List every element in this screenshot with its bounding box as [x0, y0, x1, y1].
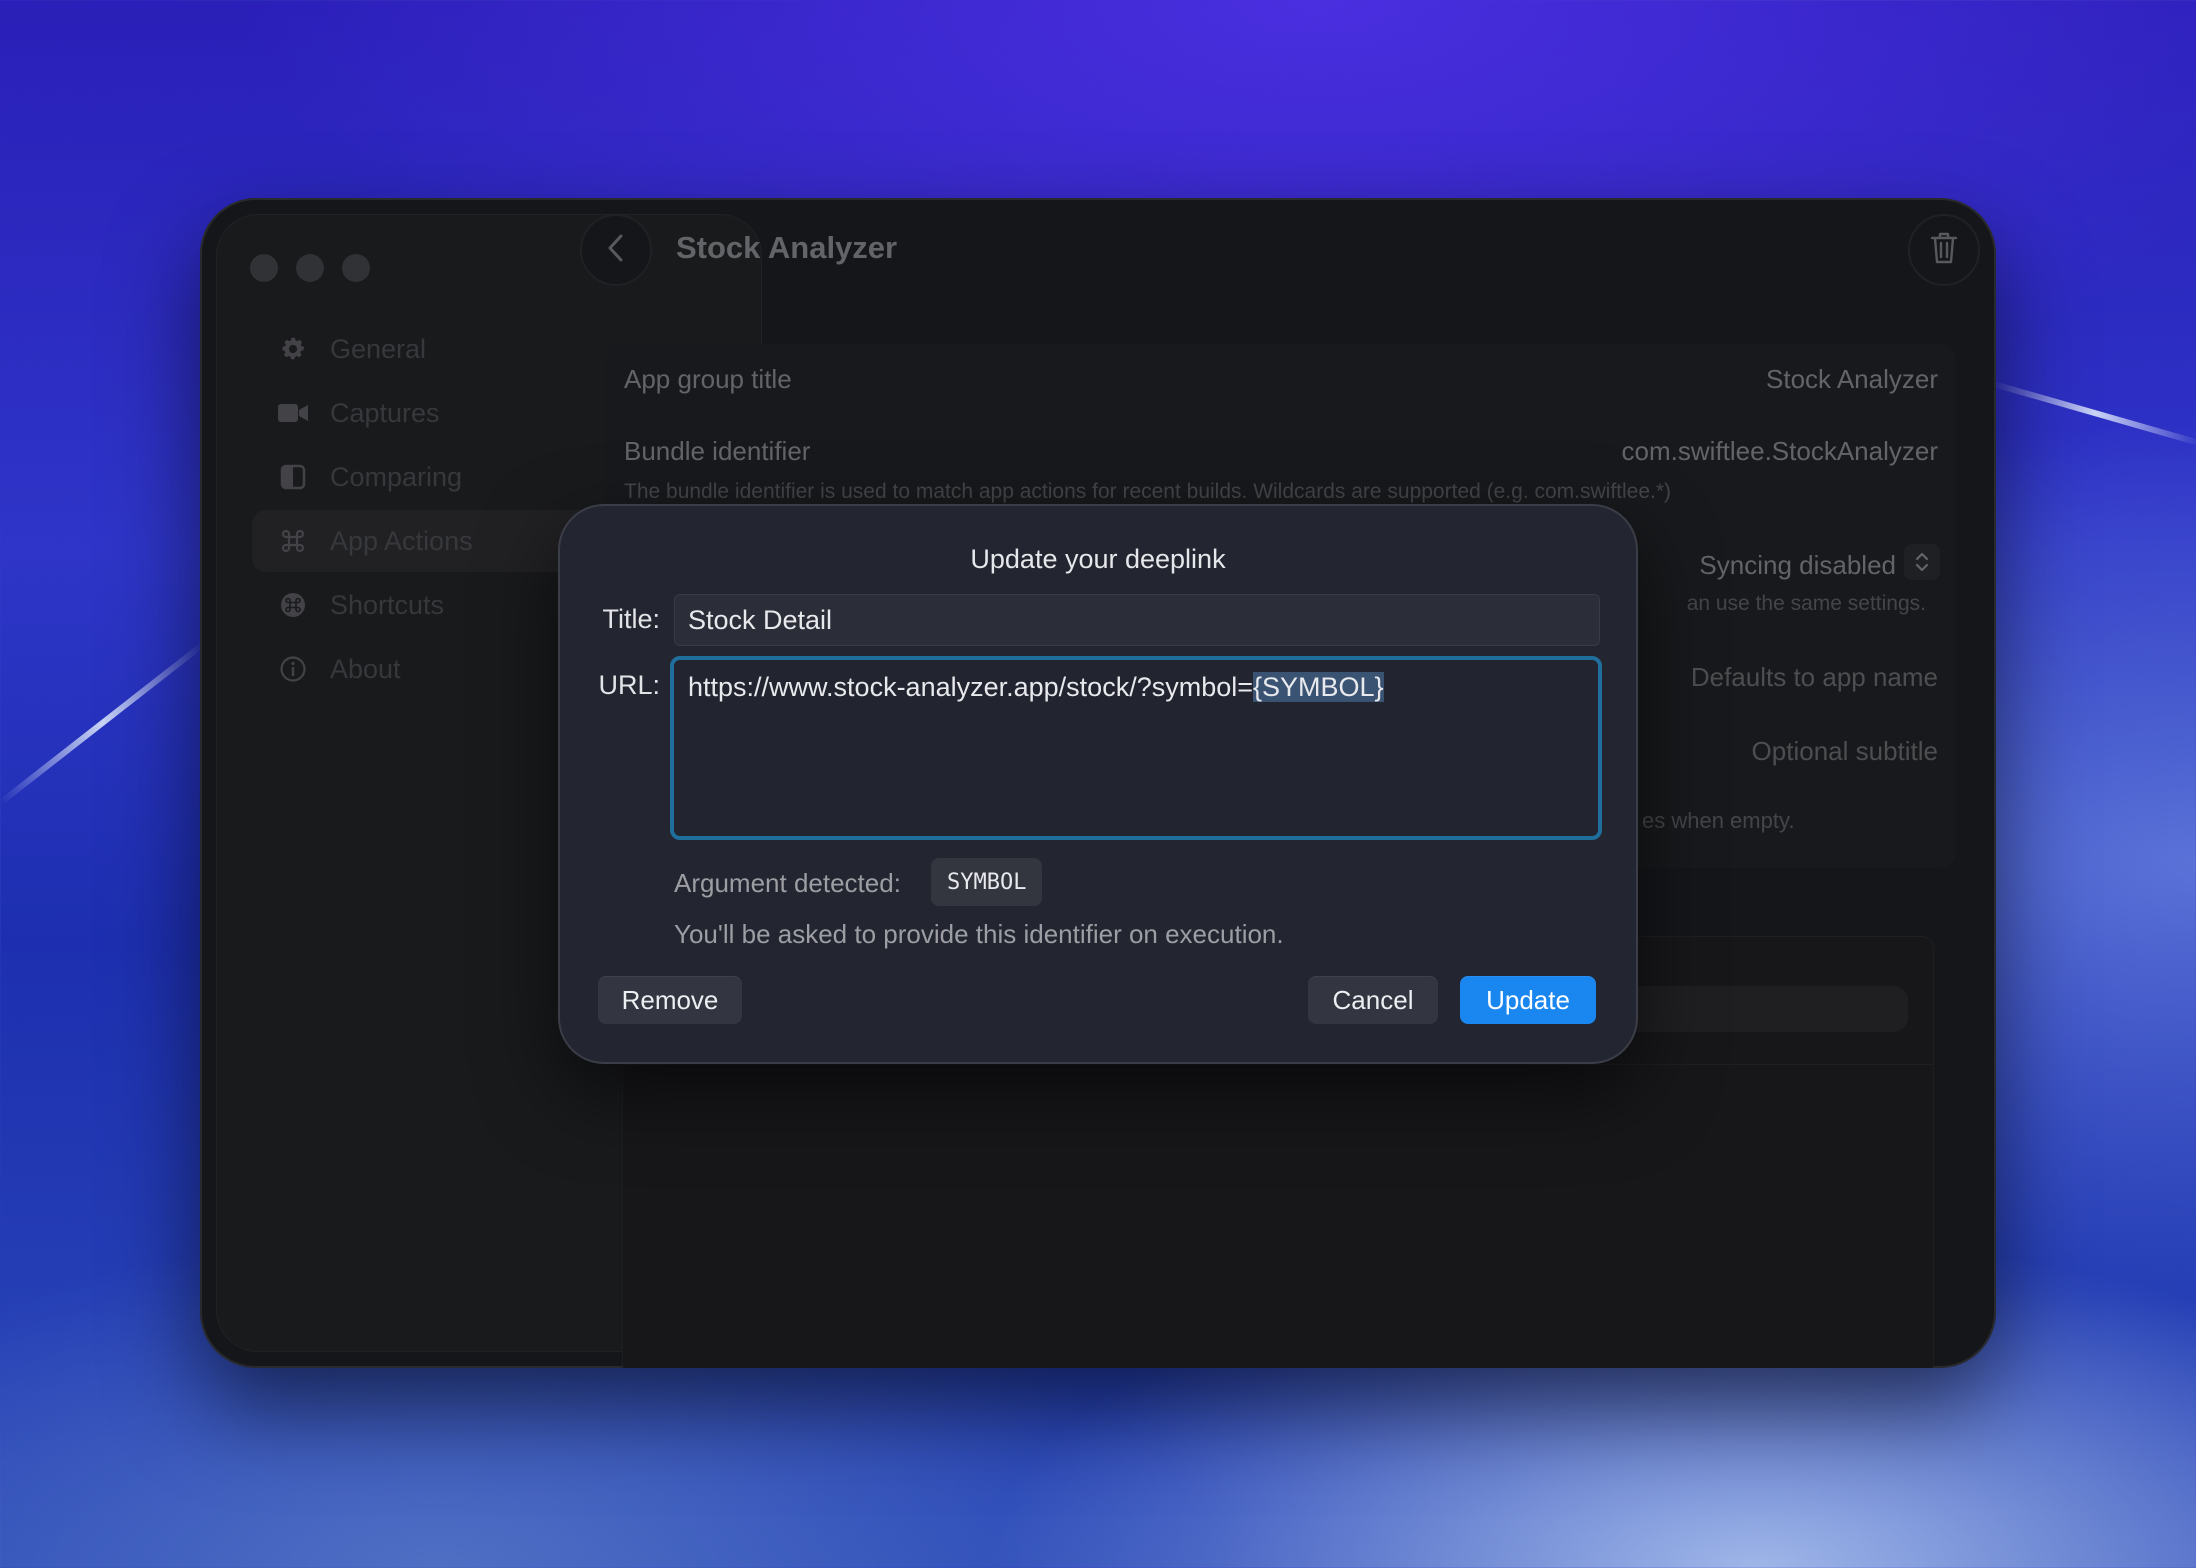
sidebar-item-label: General: [330, 333, 427, 364]
url-textarea[interactable]: https://www.stock-analyzer.app/stock/?sy…: [670, 656, 1602, 840]
sidebar-item-label: App Actions: [330, 525, 473, 556]
chevron-left-icon: [605, 233, 627, 268]
sync-value: Syncing disabled: [1699, 550, 1896, 580]
page-title: Stock Analyzer: [676, 230, 898, 265]
dialog-title: Update your deeplink: [970, 544, 1226, 574]
zoom-window-button[interactable]: [342, 254, 370, 282]
close-window-button[interactable]: [250, 254, 278, 282]
app-group-title-label: App group title: [624, 364, 792, 394]
name-field[interactable]: Defaults to app name: [1691, 662, 1938, 693]
url-selected-argument: {SYMBOL}: [1253, 672, 1384, 702]
empty-help: es when empty.: [1642, 808, 1795, 833]
list-divider: [622, 1064, 1934, 1065]
delete-button[interactable]: [1908, 214, 1980, 286]
shortcuts-icon: [276, 588, 310, 622]
sidebar-item-label: Comparing: [330, 461, 463, 492]
title-label: Title:: [602, 604, 660, 634]
command-icon: [276, 524, 310, 558]
argument-note: You'll be asked to provide this identifi…: [674, 919, 1284, 949]
subtitle-field[interactable]: Optional subtitle: [1752, 736, 1938, 767]
split-view-icon: [276, 460, 310, 494]
url-prefix: https://www.stock-analyzer.app/stock/?sy…: [688, 672, 1253, 702]
argument-badge: SYMBOL: [931, 858, 1043, 906]
chevron-up-down-icon: [1904, 544, 1940, 580]
argument-detected-label: Argument detected:: [674, 868, 901, 898]
sidebar-item-label: Captures: [330, 397, 440, 428]
video-camera-icon: [276, 396, 310, 430]
remove-button[interactable]: Remove: [598, 976, 742, 1024]
sync-popup[interactable]: Syncing disabled: [1699, 550, 1896, 581]
gear-icon: [276, 332, 310, 366]
url-label: URL:: [598, 670, 660, 700]
bundle-identifier-field[interactable]: com.swiftlee.StockAnalyzer: [1622, 436, 1938, 467]
title-input[interactable]: Stock Detail: [674, 594, 1600, 646]
update-button[interactable]: Update: [1460, 976, 1596, 1024]
url-text: https://www.stock-analyzer.app/stock/?sy…: [688, 672, 1384, 703]
update-deeplink-dialog: Update your deeplink Title: Stock Detail…: [560, 506, 1636, 1062]
back-button[interactable]: [580, 214, 652, 286]
sync-help: an use the same settings.: [1686, 592, 1926, 615]
wallpaper-streak: [0, 640, 207, 806]
sidebar-item-label: Shortcuts: [330, 589, 445, 620]
app-group-title-field[interactable]: Stock Analyzer: [1766, 364, 1938, 395]
info-icon: [276, 652, 310, 686]
minimize-window-button[interactable]: [296, 254, 324, 282]
bundle-identifier-label: Bundle identifier: [624, 436, 811, 466]
bundle-identifier-help: The bundle identifier is used to match a…: [624, 480, 1672, 503]
wallpaper-streak: [1989, 380, 2196, 447]
sidebar-item-label: About: [330, 653, 401, 684]
title-input-value: Stock Detail: [688, 605, 833, 635]
cancel-button[interactable]: Cancel: [1308, 976, 1438, 1024]
trash-icon: [1929, 230, 1959, 271]
